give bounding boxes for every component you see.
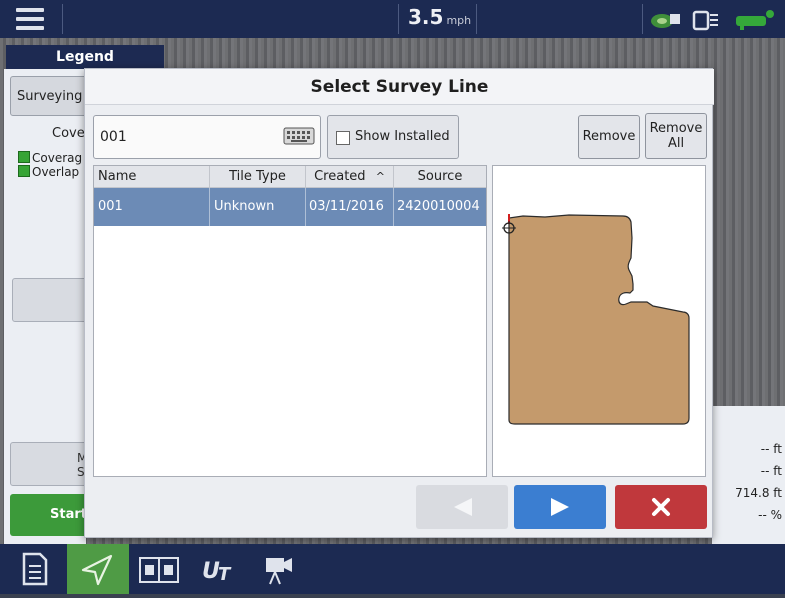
bottom-nav-bar: U T (0, 544, 785, 594)
nav-camera[interactable] (250, 544, 312, 594)
legend-item-label: Overlap (32, 165, 80, 179)
implement-status-icon (710, 14, 718, 26)
keyboard-icon[interactable] (283, 127, 315, 145)
dialog-title: Select Survey Line (85, 69, 714, 105)
legend-item-coverage: Coverag (18, 151, 82, 165)
satellite-signal-icon (736, 10, 774, 30)
cell-tile-type: Unknown (210, 188, 306, 226)
secondary-button[interactable]: M S (10, 442, 90, 486)
cell-source: 2420010004 (397, 199, 480, 214)
status-icons[interactable] (650, 8, 780, 32)
previous-button[interactable] (416, 485, 508, 529)
coverage-swatch (18, 151, 30, 163)
document-icon (22, 552, 48, 586)
survey-line-table: Name Tile Type Created ^ Source 001 Unkn… (93, 165, 487, 477)
info-value: -- % (758, 508, 782, 522)
camera-icon (266, 558, 292, 585)
column-header-name[interactable]: Name (94, 166, 210, 188)
remove-all-label-line2: All (667, 136, 685, 151)
column-header-source[interactable]: Source (394, 166, 486, 188)
guidance-icon (81, 554, 113, 586)
start-button[interactable]: Start (10, 494, 90, 536)
cell-created: 03/11/2016 (306, 188, 394, 226)
nav-ut[interactable]: U T (188, 544, 250, 594)
split-view-icon (139, 557, 179, 583)
top-status-bar: 3.5 mph (0, 0, 785, 38)
guidance-status-icon (651, 14, 680, 28)
remove-all-label-line1: Remove (649, 121, 703, 136)
svg-text:T: T (218, 564, 232, 585)
legend-action-button[interactable] (12, 278, 92, 322)
nav-guidance[interactable] (67, 544, 129, 594)
info-value: -- ft (760, 442, 782, 456)
next-button[interactable] (514, 485, 606, 529)
overlap-swatch (18, 165, 30, 177)
legend-item-overlap: Overlap (18, 165, 79, 179)
select-survey-line-dialog: Select Survey Line 001 Show Installed Re… (84, 68, 714, 538)
legend-tab[interactable]: Legend (6, 45, 164, 69)
implement-icon (692, 10, 710, 31)
field-preview (492, 165, 706, 477)
info-value: -- ft (760, 464, 782, 478)
coverage-label: Cove (52, 126, 85, 141)
prev-arrow-icon (454, 498, 472, 516)
nav-split-view[interactable] (128, 544, 190, 594)
ut-icon: U T (202, 559, 232, 585)
name-input-value: 001 (100, 129, 127, 145)
info-value: 714.8 ft (735, 486, 782, 500)
table-row[interactable]: 001 Unknown 03/11/2016 2420010004 (94, 188, 486, 226)
show-installed-toggle[interactable]: Show Installed (327, 115, 459, 159)
speed-value: 3.5 (408, 5, 444, 29)
speed-unit: mph (446, 14, 472, 27)
column-header-created[interactable]: Created ^ (306, 166, 394, 188)
remove-all-button[interactable]: Remove All (645, 113, 707, 159)
next-arrow-icon (551, 498, 569, 516)
cancel-button[interactable] (615, 485, 707, 529)
field-shape (508, 214, 690, 425)
remove-button[interactable]: Remove (578, 115, 640, 159)
sort-ascending-icon: ^ (375, 170, 385, 183)
show-installed-label: Show Installed (355, 129, 450, 144)
nav-documents[interactable] (4, 544, 66, 594)
surveying-button[interactable]: Surveying (10, 76, 90, 116)
cell-name: 001 (94, 188, 210, 226)
show-installed-checkbox[interactable] (336, 131, 350, 145)
menu-button[interactable] (8, 6, 52, 32)
legend-item-label: Coverag (32, 151, 83, 165)
column-header-tile-type[interactable]: Tile Type (210, 166, 306, 188)
field-boundary-preview (502, 214, 690, 425)
close-x-icon (652, 498, 670, 516)
created-header-label: Created (314, 169, 366, 184)
menu-icon (16, 8, 44, 12)
legend-panel (4, 69, 86, 406)
speed-readout: 3.5 mph (408, 5, 471, 29)
table-header: Name Tile Type Created ^ Source (94, 166, 486, 188)
